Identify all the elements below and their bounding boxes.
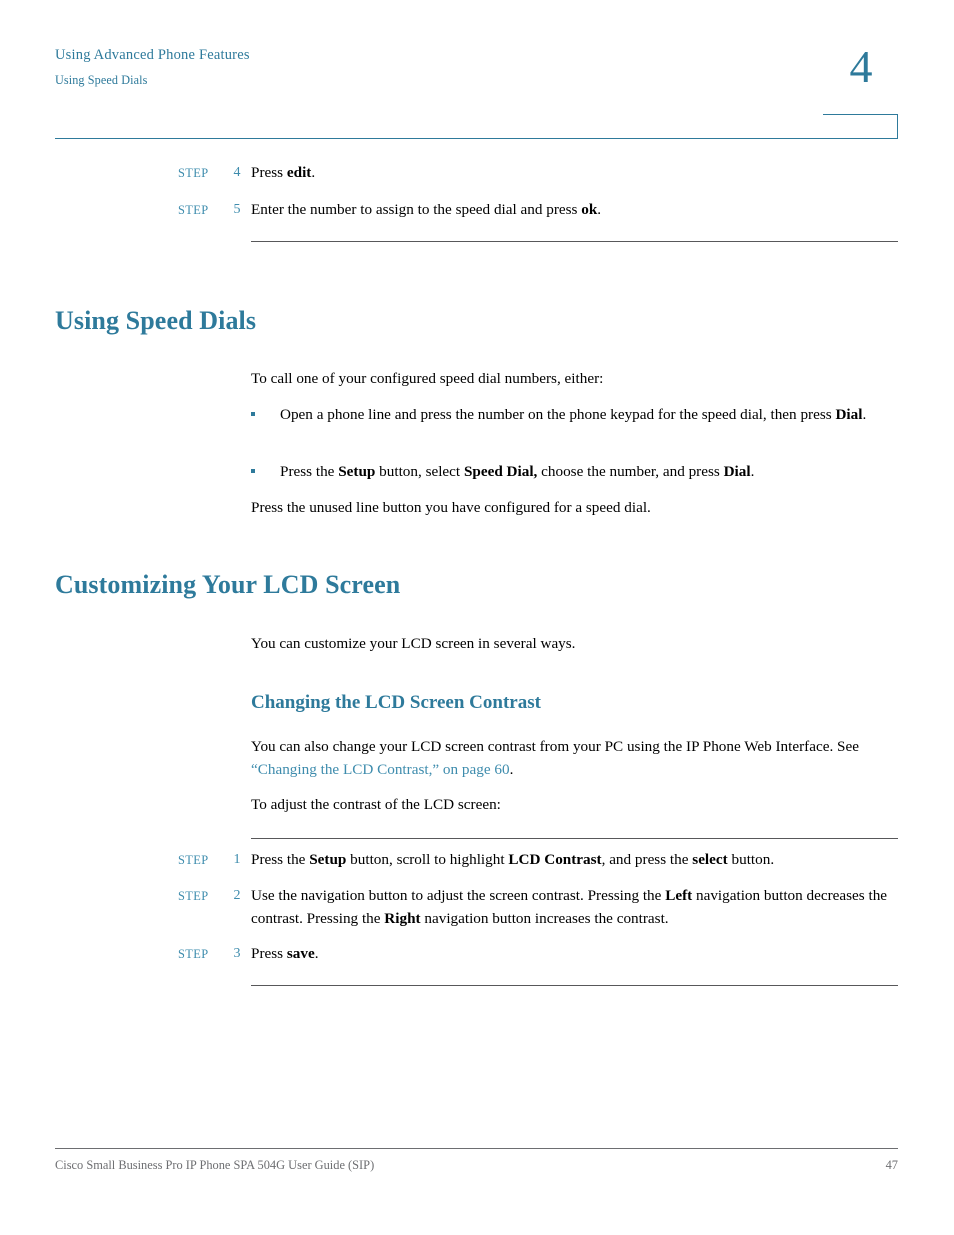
- step-text-bold: save: [286, 945, 315, 962]
- step-row: STEP 2 Use the navigation button to adju…: [178, 885, 899, 930]
- step-label: STEP: [178, 947, 209, 961]
- list-item-text-part: button, select: [375, 463, 464, 480]
- step-row: STEP 4 Press edit.: [178, 162, 899, 185]
- footer-page-number: 47: [885, 1158, 898, 1172]
- list-item-text: Open a phone line and press the number o…: [280, 404, 899, 427]
- list-item: Open a phone line and press the number o…: [251, 404, 899, 427]
- step-number: 4: [233, 165, 241, 180]
- step-text-part: , and press the: [601, 851, 693, 868]
- list-item-text-bold: Dial: [723, 463, 751, 480]
- step-text-bold: Left: [665, 887, 693, 904]
- step-text-part: Press: [251, 945, 287, 962]
- list-item-text-part: Press the: [280, 463, 339, 480]
- step-text-bold: LCD Contrast: [508, 851, 602, 868]
- chapter-number: 4: [849, 41, 873, 92]
- paragraph-part: .: [509, 760, 514, 778]
- step-label: STEP: [178, 203, 209, 217]
- list-item-text-part: choose the number, and press: [537, 463, 724, 480]
- step-block-bottom-rule: [251, 985, 898, 986]
- step-text-part: Enter the number to assign to the speed …: [251, 201, 582, 218]
- list-item-text-bold: Dial: [835, 406, 863, 423]
- step-number: 3: [233, 946, 241, 961]
- step-number: 2: [233, 888, 241, 903]
- subsection-heading-changing-lcd-contrast: Changing the LCD Screen Contrast: [251, 692, 541, 713]
- step-text-part: Use the navigation button to adjust the …: [251, 887, 666, 904]
- list-item-text-part: .: [750, 463, 755, 480]
- document-page: Using Advanced Phone Features Using Spee…: [0, 0, 954, 1235]
- footer-document-title: Cisco Small Business Pro IP Phone SPA 50…: [55, 1158, 375, 1172]
- step-text-bold: Right: [384, 909, 421, 927]
- step-label: STEP: [178, 889, 209, 903]
- list-item-text: Press the Setup button, select Speed Dia…: [280, 461, 899, 484]
- speed-dials-closing-paragraph: Press the unused line button you have co…: [251, 499, 651, 516]
- cross-reference-link[interactable]: “Changing the LCD Contrast,” on page 60: [251, 761, 510, 778]
- header-chapter-title: Using Advanced Phone Features: [55, 47, 250, 63]
- section-heading-using-speed-dials: Using Speed Dials: [55, 306, 257, 335]
- step-text: Press the Setup button, scroll to highli…: [251, 849, 899, 872]
- step-text: Press edit.: [251, 162, 899, 185]
- step-block-top-rule: [251, 838, 898, 839]
- step-block-bottom-rule: [251, 241, 898, 242]
- step-row: STEP 5 Enter the number to assign to the…: [178, 199, 899, 222]
- step-row: STEP 3 Press save.: [178, 943, 899, 966]
- header-section-title: Using Speed Dials: [55, 72, 148, 87]
- step-text-bold: select: [692, 851, 728, 868]
- step-text-part: .: [314, 945, 319, 962]
- footer-rule: [55, 1148, 898, 1149]
- step-label: STEP: [178, 166, 209, 180]
- step-label: STEP: [178, 853, 209, 867]
- step-text-part: Press the: [251, 851, 310, 868]
- step-text-bold: ok: [581, 201, 598, 218]
- header-box-right-rule: [897, 114, 898, 139]
- step-text: Use the navigation button to adjust the …: [251, 885, 899, 930]
- speed-dials-intro-paragraph: To call one of your configured speed dia…: [251, 370, 604, 387]
- lcd-intro-paragraph: You can customize your LCD screen in sev…: [251, 635, 576, 652]
- step-text-part: button, scroll to highlight: [346, 851, 509, 868]
- step-number: 1: [233, 852, 241, 867]
- step-text-part: navigation button increases the contrast…: [420, 909, 669, 927]
- paragraph-part: You can also change your LCD screen cont…: [251, 738, 859, 755]
- lcd-steps-lead-in: To adjust the contrast of the LCD screen…: [251, 796, 501, 813]
- step-text: Enter the number to assign to the speed …: [251, 199, 899, 222]
- bullet-icon: [251, 412, 255, 416]
- step-text-part: Press: [251, 164, 287, 181]
- list-item-text-bold: Setup: [338, 463, 376, 480]
- step-text-part: .: [597, 201, 602, 218]
- list-item-text-part: Open a phone line and press the number o…: [280, 406, 836, 423]
- step-text: Press save.: [251, 943, 899, 966]
- header-box-top-rule: [823, 114, 898, 115]
- step-row: STEP 1 Press the Setup button, scroll to…: [178, 849, 899, 872]
- running-header: Using Advanced Phone Features Using Spee…: [55, 48, 900, 86]
- list-item-text-part: .: [862, 406, 867, 423]
- step-text-bold: Setup: [309, 851, 347, 868]
- section-heading-customizing-lcd-screen: Customizing Your LCD Screen: [55, 570, 401, 599]
- step-number: 5: [233, 202, 241, 217]
- step-text-part: button.: [727, 851, 775, 868]
- bullet-icon: [251, 469, 255, 473]
- list-item: Press the Setup button, select Speed Dia…: [251, 461, 899, 484]
- step-text-part: .: [311, 164, 316, 181]
- lcd-contrast-paragraph: You can also change your LCD screen cont…: [251, 736, 899, 781]
- header-horizontal-rule: [55, 138, 898, 139]
- step-text-bold: edit: [286, 164, 312, 181]
- list-item-text-bold: Speed Dial,: [463, 463, 538, 480]
